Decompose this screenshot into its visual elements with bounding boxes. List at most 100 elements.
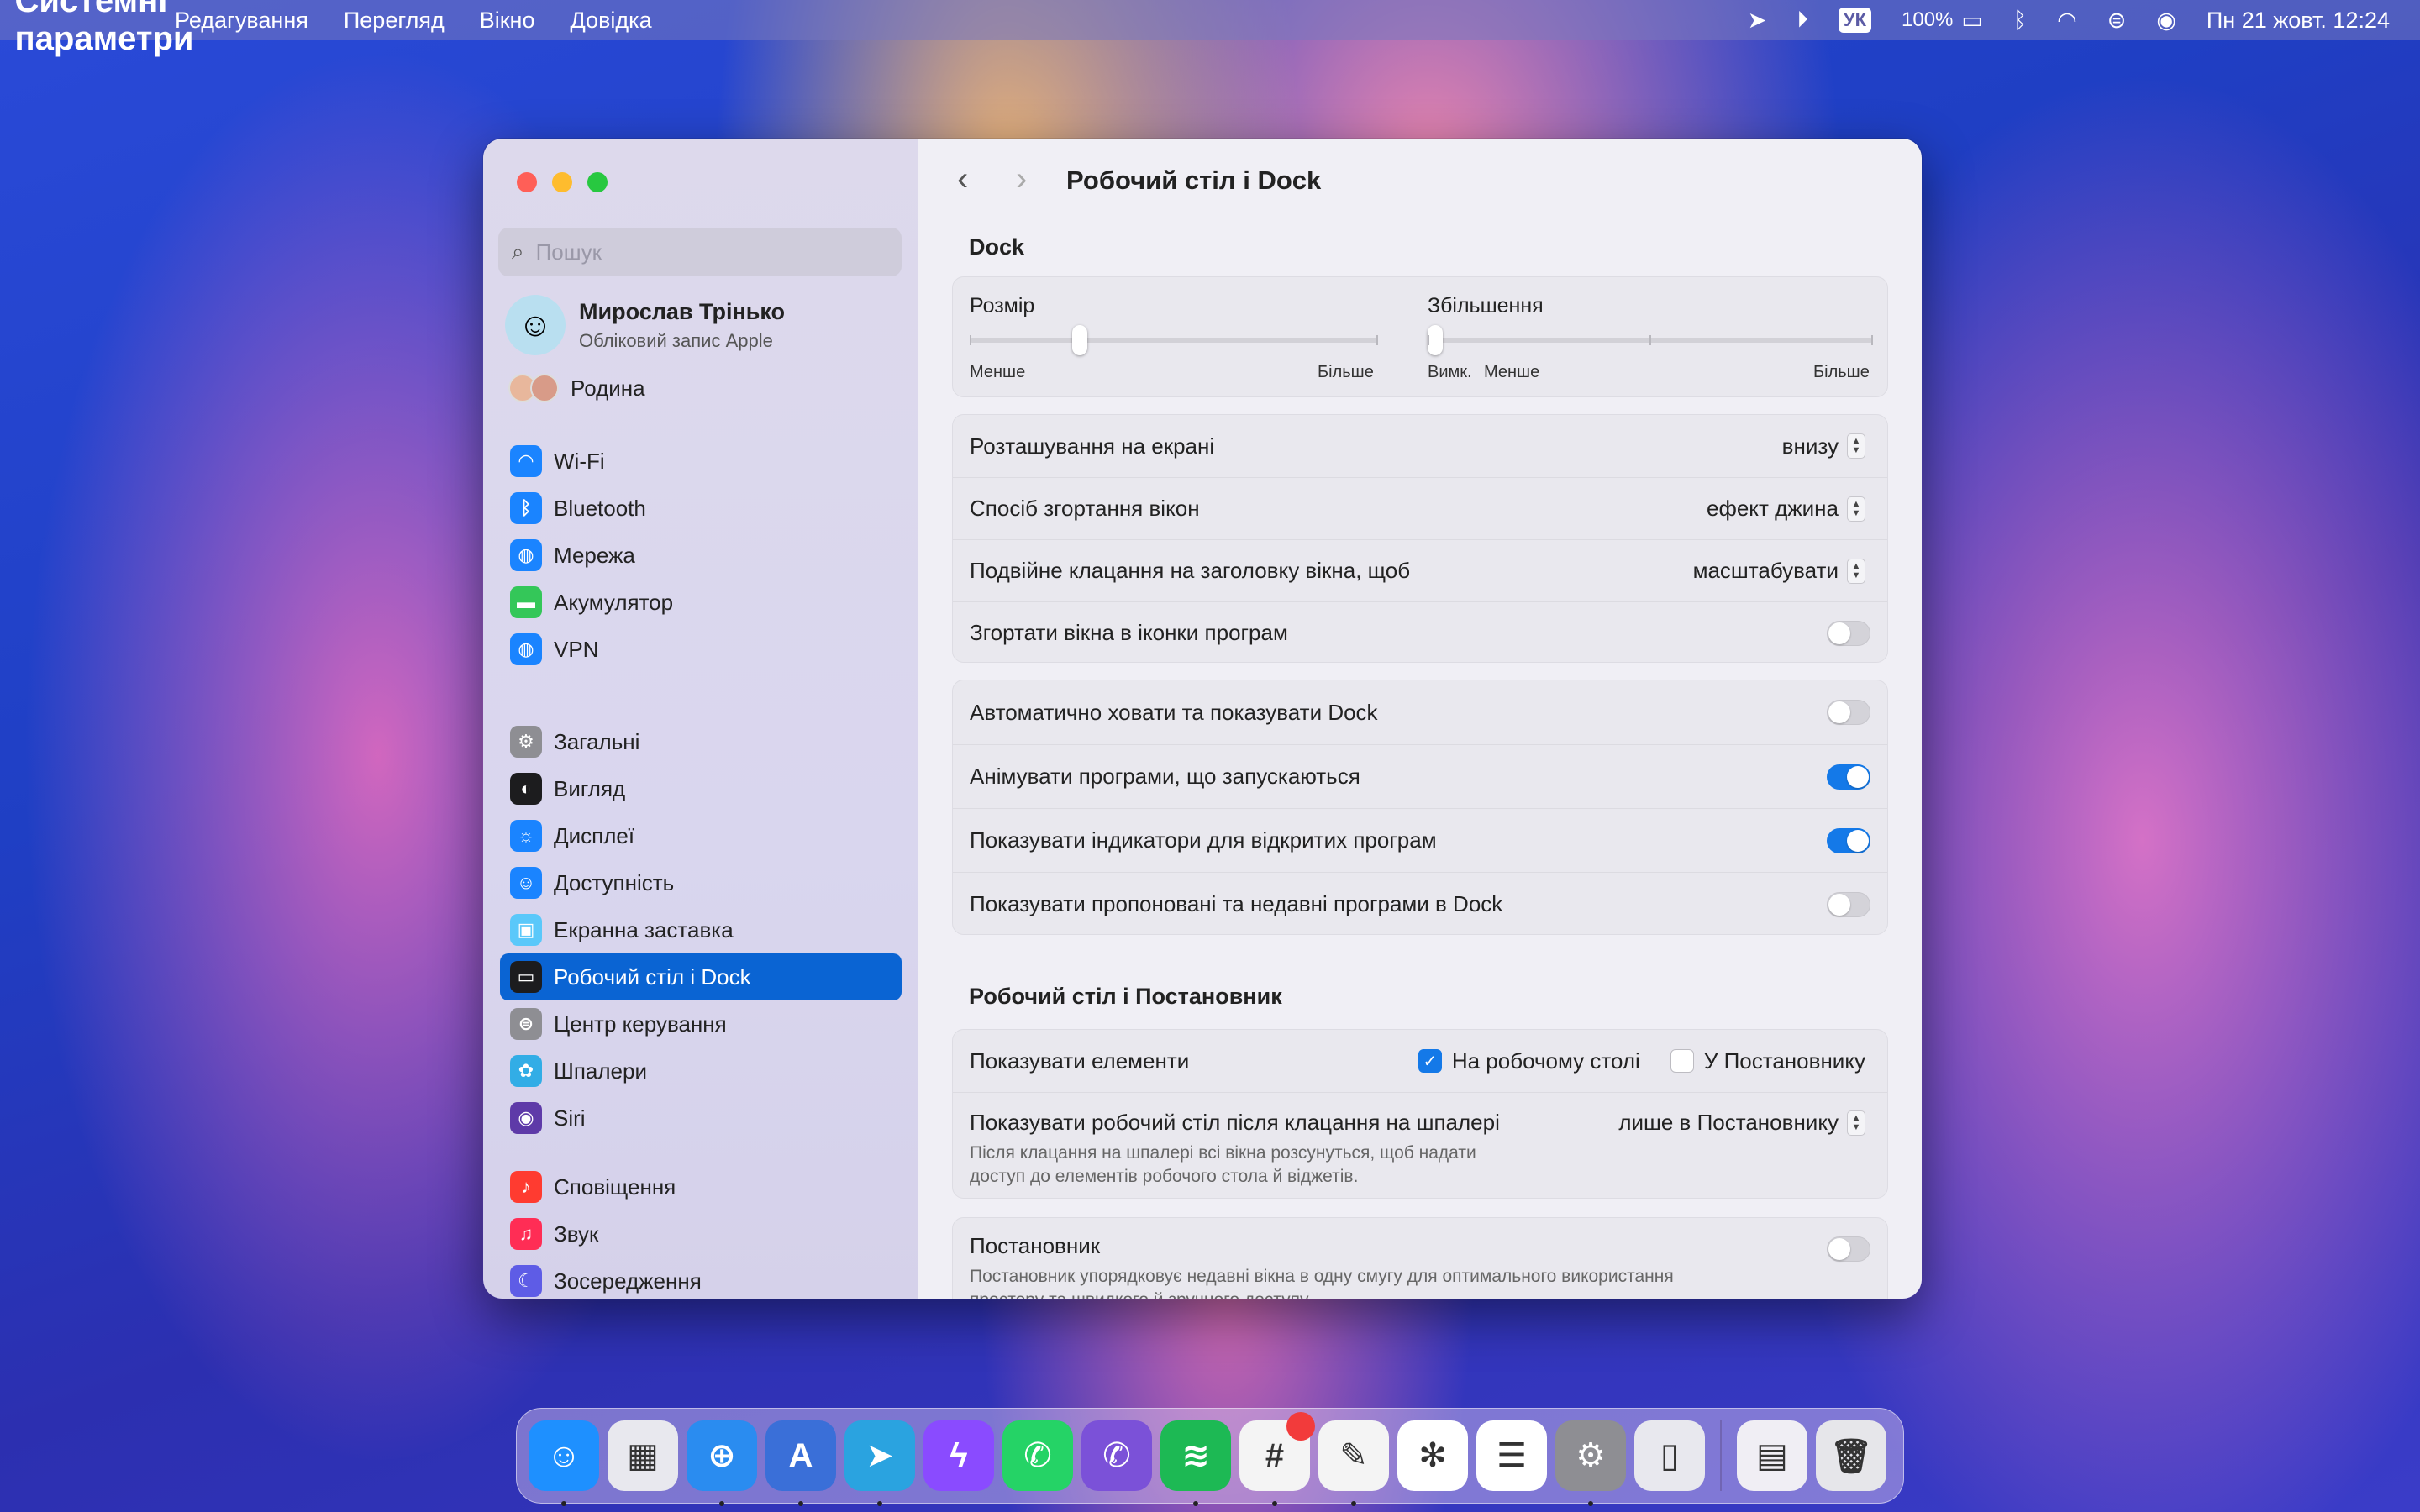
account-subtitle: Обліковий запис Apple: [579, 329, 773, 351]
dock-app-viber[interactable]: ✆: [1081, 1420, 1152, 1491]
notification-badge: [1286, 1412, 1315, 1441]
sidebar-item[interactable]: ⚙ Загальні: [500, 718, 902, 765]
sidebar-item[interactable]: ◍ VPN: [500, 626, 902, 673]
size-slider-track[interactable]: [970, 338, 1378, 343]
chatgpt-icon: ✻: [1418, 1437, 1447, 1474]
dock-app-telegram[interactable]: ➤: [844, 1420, 915, 1506]
sidebar-item[interactable]: ▭ Робочий стіл і Dock: [500, 953, 902, 1000]
dock-app-safari[interactable]: ⊕: [687, 1420, 757, 1506]
click-wallpaper-description: Після клацання на шпалері всі вікна розс…: [970, 1143, 1476, 1186]
sidebar-item-label: Bluetooth: [554, 495, 646, 521]
animate-toggle[interactable]: [1827, 764, 1870, 790]
autohide-toggle[interactable]: [1827, 700, 1870, 725]
click-wallpaper-select[interactable]: лише в Постановнику ▲ ▼: [1618, 1110, 1865, 1136]
app-menu[interactable]: Системні параметри: [15, 0, 194, 57]
stage-manager-toggle[interactable]: [1827, 1236, 1870, 1262]
stage-checkbox[interactable]: [1670, 1049, 1694, 1073]
recent-apps-toggle[interactable]: [1827, 891, 1870, 917]
toolbar: ‹ › Робочий стіл і Dock: [918, 139, 1922, 223]
input-language[interactable]: УК: [1838, 8, 1872, 33]
sidebar-item[interactable]: ✿ Шпалери: [500, 1047, 902, 1095]
bell-icon: ♪: [510, 1171, 542, 1203]
size-min-label: Менше: [970, 363, 1026, 381]
sidebar-item[interactable]: ◉ Siri: [500, 1095, 902, 1142]
slider-tick: [970, 335, 971, 345]
dock-app-downloads-stack[interactable]: ▤: [1737, 1420, 1807, 1491]
dock-app-chatgpt[interactable]: ✻: [1397, 1420, 1468, 1491]
running-indicator: [719, 1501, 724, 1506]
sidebar-item[interactable]: ☺ Доступність: [500, 859, 902, 906]
wifi-icon: ◠: [510, 445, 542, 477]
sidebar-group-system: ⚙ Загальні ◐ Вигляд ☼ Дисплеї ☺ Доступність ▣ Екр…: [500, 718, 902, 1142]
stage-checkbox-label: У Постановнику: [1703, 1047, 1865, 1074]
sidebar-item[interactable]: ♪ Сповіщення: [500, 1163, 902, 1210]
sidebar-item[interactable]: ▬ Акумулятор: [500, 579, 902, 626]
back-button[interactable]: ‹: [957, 160, 968, 198]
dock-app-iphone-mirroring[interactable]: ▯: [1634, 1420, 1705, 1491]
sidebar-item[interactable]: ⊜ Центр керування: [500, 1000, 902, 1047]
forward-button[interactable]: ›: [1016, 160, 1027, 198]
bluetooth-icon[interactable]: ᛒ: [2013, 8, 2027, 34]
indicators-row: Показувати індикатори для відкритих прог…: [953, 808, 1887, 872]
sidebar-item[interactable]: ☼ Дисплеї: [500, 812, 902, 859]
dock-app-system-settings[interactable]: ⚙: [1555, 1420, 1626, 1506]
sidebar-item[interactable]: ◍ Мережа: [500, 532, 902, 579]
magnification-slider-knob[interactable]: [1428, 325, 1443, 355]
dock-app-whatsapp[interactable]: ✆: [1002, 1420, 1073, 1491]
menu-view[interactable]: Перегляд: [344, 8, 445, 34]
desktop-checkbox[interactable]: ✓: [1418, 1049, 1442, 1073]
siri-icon[interactable]: ◉: [2156, 8, 2176, 34]
size-slider-knob[interactable]: [1072, 325, 1088, 355]
sidebar-item[interactable]: ◐ Вигляд: [500, 765, 902, 812]
menu-bar: Системні параметри Редагування Перегляд …: [0, 0, 2420, 57]
search-placeholder: Пошук: [535, 239, 602, 265]
dock-app-finder[interactable]: ☺: [529, 1420, 599, 1506]
menu-edit[interactable]: Редагування: [175, 8, 308, 34]
dock-app-pixelmator[interactable]: ✎: [1318, 1420, 1389, 1506]
sidebar-item[interactable]: ◠ Wi-Fi: [500, 438, 902, 485]
sidebar-item[interactable]: ▣ Екранна заставка: [500, 906, 902, 953]
dock-app-spotify[interactable]: ≋: [1160, 1420, 1231, 1506]
sidebar-item[interactable]: ☾ Зосередження: [500, 1257, 902, 1299]
sidebar-item[interactable]: ♫ Звук: [500, 1210, 902, 1257]
sidebar-item-label: Вигляд: [554, 775, 626, 801]
double-click-select[interactable]: масштабувати ▲ ▼: [1693, 558, 1865, 584]
wifi-icon[interactable]: ◠: [2057, 8, 2077, 34]
sidebar-item[interactable]: ᛒ Bluetooth: [500, 485, 902, 532]
magnification-off-label: Вимк.: [1428, 363, 1472, 381]
apple-account[interactable]: ☺ Мирослав Трінько Обліковий запис Apple: [505, 295, 785, 355]
location-icon[interactable]: ➤: [1748, 8, 1767, 34]
clock[interactable]: Пн 21 жовт. 12:24: [2207, 8, 2390, 34]
indicators-toggle[interactable]: [1827, 827, 1870, 853]
menu-window[interactable]: Вікно: [480, 8, 535, 34]
minimize-effect-select[interactable]: ефект джина ▲ ▼: [1707, 496, 1865, 522]
animate-label: Анімувати програми, що запускаються: [970, 764, 1360, 789]
search-input[interactable]: ⌕ Пошук: [498, 228, 902, 276]
click-wallpaper-row: Показувати робочий стіл після клацання н…: [953, 1092, 1887, 1200]
magnification-max-label: Більше: [1813, 363, 1870, 381]
battery-icon[interactable]: ▭: [1961, 8, 1983, 34]
running-indicator: [877, 1501, 882, 1506]
pixelmator-icon: ✎: [1339, 1437, 1368, 1474]
control-center-icon[interactable]: ⊜: [2107, 8, 2127, 34]
minimize-effect-row: Спосіб згортання вікон ефект джина ▲ ▼: [953, 477, 1887, 539]
launchpad-icon: ▦: [627, 1437, 659, 1474]
position-select[interactable]: внизу ▲ ▼: [1782, 433, 1865, 459]
dock-app-reminders[interactable]: ☰: [1476, 1420, 1547, 1491]
play-icon[interactable]: ⏵: [1797, 7, 1808, 34]
zoom-button[interactable]: [587, 172, 608, 192]
dock-app-xcode-like[interactable]: A: [765, 1420, 836, 1506]
dock-app-trash[interactable]: 🗑: [1816, 1420, 1886, 1491]
running-indicator: [1272, 1501, 1277, 1506]
dock-app-launchpad[interactable]: ▦: [608, 1420, 678, 1491]
bluetooth-icon: ᛒ: [510, 492, 542, 524]
sidebar-item-family[interactable]: Родина: [508, 374, 645, 402]
dock-toggles-card: Автоматично ховати та показувати Dock Ан…: [952, 680, 1888, 935]
close-button[interactable]: [517, 172, 537, 192]
minimize-button[interactable]: [552, 172, 572, 192]
minimize-into-icon-toggle[interactable]: [1827, 620, 1870, 646]
dock-app-slack[interactable]: #: [1239, 1412, 1315, 1506]
dock-app-messenger[interactable]: ϟ: [923, 1420, 994, 1491]
traffic-lights: [517, 172, 608, 192]
menu-help[interactable]: Довідка: [570, 8, 651, 34]
